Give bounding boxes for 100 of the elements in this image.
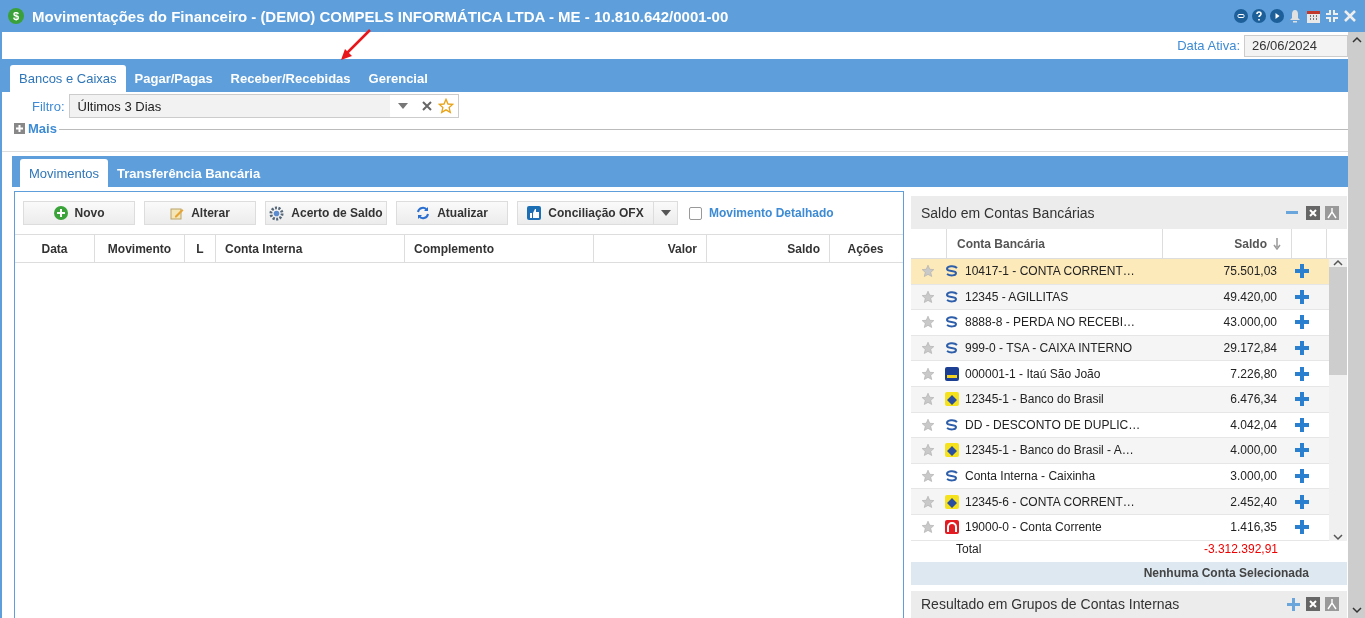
collapse-icon[interactable] (1325, 9, 1339, 23)
account-balance: 49.420,00 (1222, 289, 1277, 304)
add-icon[interactable] (1294, 442, 1310, 459)
account-name: 8888-8 - PERDA NO RECEBI… (965, 315, 1137, 330)
toolbar-button[interactable]: Acerto de Saldo (265, 201, 387, 225)
column-header[interactable]: Saldo (1163, 229, 1292, 258)
account-row[interactable]: 10417-1 - CONTA CORRENT… 75.501,03 (911, 259, 1329, 285)
add-icon[interactable] (1294, 288, 1310, 305)
column-header[interactable]: Ações (830, 235, 901, 262)
scroll-down-icon[interactable] (1333, 532, 1343, 541)
star-icon[interactable] (921, 315, 935, 330)
total-label: Total (956, 541, 983, 556)
column-header[interactable]: Conta Bancária (947, 229, 1163, 258)
column-header[interactable]: Data (15, 235, 95, 262)
excel-icon[interactable] (1306, 597, 1320, 612)
account-name: 19000-0 - Conta Corrente (965, 520, 1103, 535)
account-row[interactable]: 12345-1 - Banco do Brasil - A… 4.000,00 (911, 438, 1329, 464)
minimize-icon[interactable] (1234, 9, 1248, 23)
star-icon[interactable] (921, 520, 935, 535)
pdf-icon[interactable] (1325, 205, 1339, 220)
account-balance: 75.501,03 (1222, 264, 1277, 279)
add-icon[interactable] (1294, 263, 1310, 280)
add-icon[interactable] (1294, 314, 1310, 331)
add-icon[interactable] (1294, 493, 1310, 510)
add-icon[interactable] (1294, 340, 1310, 357)
filter-label: Filtro: (32, 98, 65, 114)
account-balance: 1.416,35 (1229, 520, 1277, 535)
scroll-up-icon[interactable] (1351, 36, 1362, 44)
checkbox[interactable] (689, 206, 702, 220)
account-name: 10417-1 - CONTA CORRENT… (965, 264, 1136, 279)
play-icon[interactable] (1270, 9, 1284, 23)
bank-logo-icon (945, 443, 959, 458)
add-icon[interactable] (1294, 468, 1310, 485)
filter-field[interactable]: Últimos 3 Dias (68, 94, 459, 118)
column-header[interactable]: Valor (594, 235, 707, 262)
expand-icon[interactable] (14, 122, 25, 134)
add-icon[interactable] (1294, 365, 1310, 382)
total-value: -3.312.392,91 (1202, 541, 1278, 556)
help-icon[interactable] (1252, 9, 1266, 23)
add-icon[interactable] (1287, 597, 1300, 611)
panel-title: Resultado em Grupos de Contas Internas (921, 596, 1181, 613)
account-balance: 7.226,80 (1229, 366, 1277, 381)
add-icon[interactable] (1294, 416, 1310, 433)
ofx-button[interactable]: Conciliação OFX (518, 202, 654, 224)
more-toggle[interactable]: Mais (12, 120, 59, 136)
tab[interactable]: Movimentos (20, 159, 109, 187)
column-header[interactable]: Conta Interna (216, 235, 405, 262)
gear-icon (269, 205, 285, 221)
clear-icon[interactable] (421, 101, 432, 111)
star-icon[interactable] (921, 289, 935, 304)
star-icon[interactable] (921, 366, 935, 381)
star-icon[interactable] (921, 392, 935, 407)
account-balance: 3.000,00 (1229, 469, 1277, 484)
star-icon[interactable] (921, 469, 935, 484)
refresh-icon (416, 206, 431, 220)
star-icon[interactable] (921, 417, 935, 432)
pencil-icon (170, 206, 185, 220)
star-icon[interactable] (921, 264, 935, 279)
add-icon[interactable] (1294, 519, 1310, 536)
toolbar-button[interactable]: Novo (23, 201, 135, 225)
star-icon[interactable] (921, 443, 935, 458)
account-name: 999-0 - TSA - CAIXA INTERNO (965, 341, 1134, 356)
star-icon[interactable] (921, 341, 935, 356)
active-date-label: Data Ativa: (1177, 38, 1240, 53)
active-date-field[interactable]: 26/06/2024 (1244, 34, 1348, 57)
app-icon: $ (8, 8, 24, 24)
bank-logo-icon (945, 366, 959, 381)
column-header[interactable]: Movimento (95, 235, 185, 262)
account-name: 12345-1 - Banco do Brasil (965, 392, 1105, 407)
column-header[interactable]: Complemento (405, 235, 594, 262)
column-header[interactable]: L (185, 235, 216, 262)
scroll-down-icon[interactable] (1351, 606, 1362, 614)
close-icon[interactable] (1343, 9, 1357, 23)
bank-logo-icon (945, 265, 959, 278)
add-icon[interactable] (1294, 391, 1310, 408)
pdf-icon[interactable] (1325, 597, 1339, 612)
account-row[interactable]: 12345-1 - Banco do Brasil 6.476,34 (911, 386, 1329, 413)
account-balance: 4.042,04 (1229, 417, 1277, 432)
toolbar-button[interactable]: Atualizar (396, 201, 508, 225)
add-icon (53, 206, 68, 220)
tab[interactable]: Bancos e Caixas (10, 65, 126, 92)
account-row[interactable]: 12345-6 - CONTA CORRENT… 2.452,40 (911, 489, 1329, 515)
account-balance: 4.000,00 (1229, 443, 1277, 458)
account-name: 12345-6 - CONTA CORRENT… (965, 494, 1136, 509)
account-row[interactable]: 999-0 - TSA - CAIXA INTERNO 29.172,84 (911, 335, 1329, 362)
panel-title: Saldo em Contas Bancárias (921, 204, 1096, 221)
excel-icon[interactable] (1306, 205, 1320, 220)
bank-logo-icon (945, 520, 959, 535)
column-header[interactable]: Saldo (707, 235, 830, 262)
star-icon[interactable] (437, 98, 454, 114)
scroll-thumb[interactable] (1329, 267, 1347, 375)
calendar-icon[interactable] (1306, 8, 1321, 24)
caret-icon[interactable] (397, 103, 408, 109)
star-icon[interactable] (921, 494, 935, 509)
toolbar-button[interactable]: Alterar (144, 201, 256, 225)
bank-logo-icon (945, 470, 959, 483)
sort-arrow-icon (1273, 237, 1281, 250)
account-name: Conta Interna - Caixinha (965, 469, 1097, 484)
scroll-up-icon[interactable] (1333, 259, 1343, 267)
account-row[interactable]: 12345 - AGILLITAS 49.420,00 (911, 284, 1329, 311)
